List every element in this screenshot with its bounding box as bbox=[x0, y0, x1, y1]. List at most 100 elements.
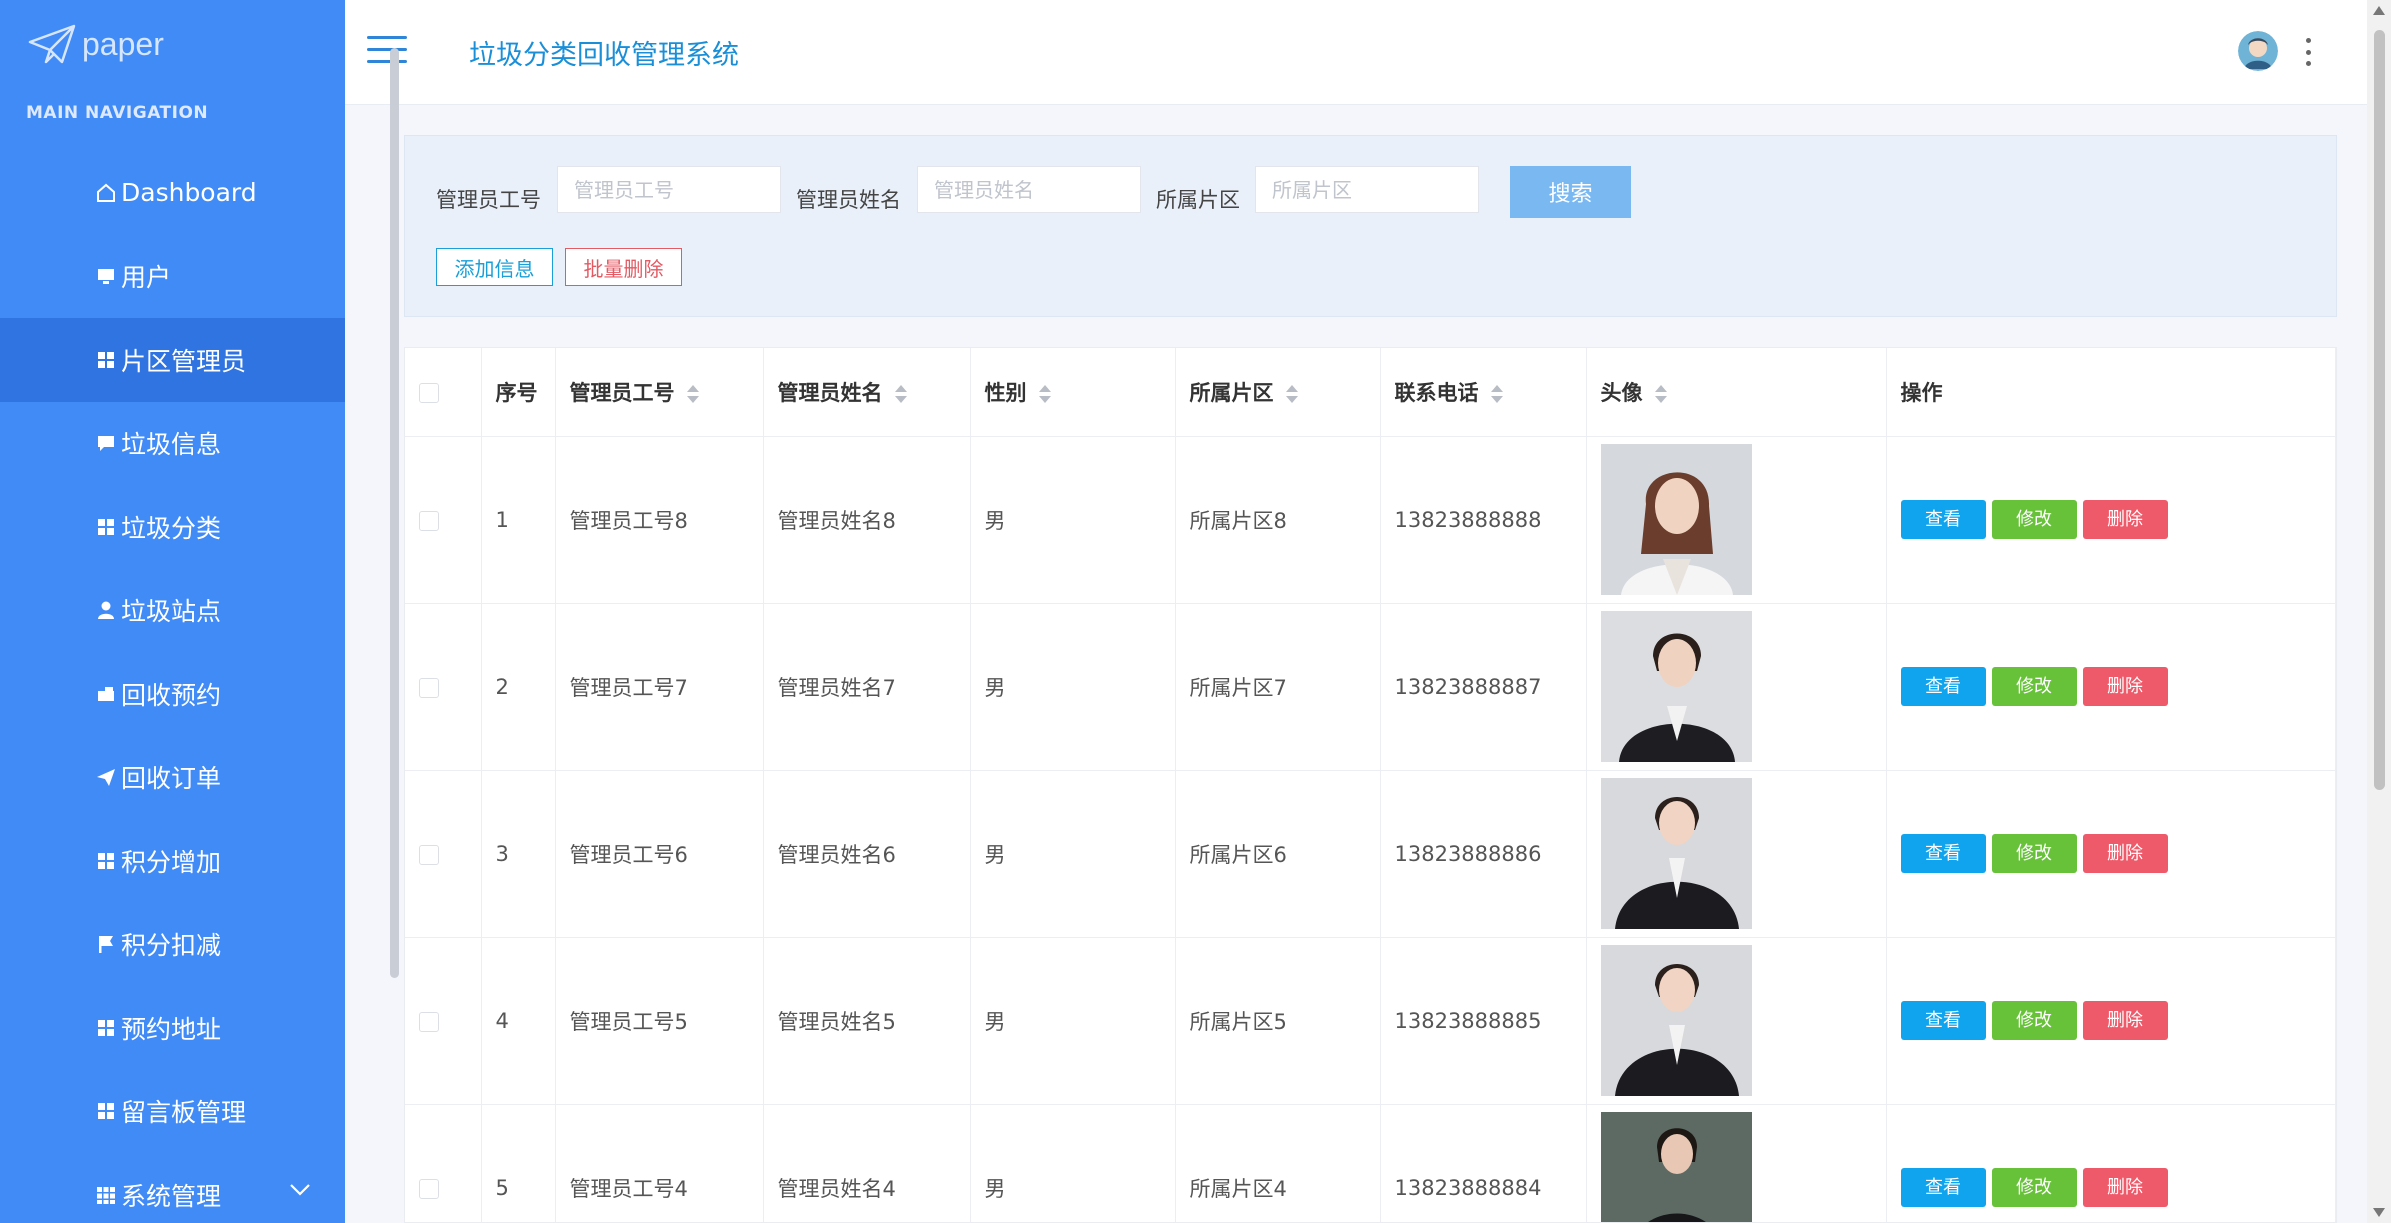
select-all-checkbox[interactable] bbox=[419, 382, 439, 403]
sort-icon[interactable] bbox=[1490, 384, 1503, 404]
admin-name-label: 管理员姓名 bbox=[796, 188, 901, 212]
cell-phone: 13823888888 bbox=[1380, 436, 1587, 604]
sidebar: paper MAIN NAVIGATION Dashboard 用户 片区管理员 bbox=[0, 0, 345, 1223]
avatar-photo[interactable] bbox=[1600, 945, 1752, 1096]
flag-icon bbox=[95, 933, 117, 955]
delete-button[interactable]: 删除 bbox=[2082, 1168, 2168, 1207]
column-header-label: 序号 bbox=[495, 380, 538, 405]
sidebar-item-recycle-orders[interactable]: 回收订单 bbox=[0, 736, 345, 820]
sort-icon[interactable] bbox=[1038, 384, 1051, 404]
page-scrollbar[interactable] bbox=[2367, 0, 2391, 1223]
delete-button[interactable]: 删除 bbox=[2082, 667, 2168, 706]
top-header: 垃圾分类回收管理系统 bbox=[345, 0, 2367, 105]
column-header-area[interactable]: 所属片区 bbox=[1175, 348, 1381, 437]
column-header-gender[interactable]: 性别 bbox=[970, 348, 1176, 437]
sidebar-item-garbage-category[interactable]: 垃圾分类 bbox=[0, 485, 345, 569]
edit-button[interactable]: 修改 bbox=[1991, 500, 2077, 539]
sidebar-item-booking-address[interactable]: 预约地址 bbox=[0, 986, 345, 1070]
cell-area: 所属片区5 bbox=[1175, 937, 1381, 1105]
edit-button[interactable]: 修改 bbox=[1991, 834, 2077, 873]
scroll-up-arrow-icon[interactable] bbox=[2373, 6, 2385, 15]
sidebar-item-message-board[interactable]: 留言板管理 bbox=[0, 1070, 345, 1154]
cell-admin-name: 管理员姓名4 bbox=[763, 1104, 971, 1222]
edit-button[interactable]: 修改 bbox=[1991, 1168, 2077, 1207]
sidebar-item-garbage-info[interactable]: 垃圾信息 bbox=[0, 402, 345, 486]
column-header-label: 联系电话 bbox=[1394, 380, 1479, 405]
delete-button[interactable]: 删除 bbox=[2082, 834, 2168, 873]
bus-icon bbox=[95, 683, 117, 705]
sidebar-item-system-management[interactable]: 系统管理 bbox=[0, 1153, 345, 1223]
cell-actions: 查看 修改 删除 bbox=[1886, 937, 2336, 1105]
column-header-avatar[interactable]: 头像 bbox=[1586, 348, 1887, 437]
grid-icon bbox=[95, 850, 117, 872]
view-button[interactable]: 查看 bbox=[1900, 667, 1986, 706]
cell-actions: 查看 修改 删除 bbox=[1886, 770, 2336, 938]
table-header-row: 序号 管理员工号 管理员姓名 性别 所属片区 联系电话 头像 操作 bbox=[405, 348, 2336, 437]
admin-no-input[interactable] bbox=[557, 166, 781, 213]
avatar-photo[interactable] bbox=[1600, 611, 1752, 762]
cell-index: 1 bbox=[481, 436, 556, 604]
table-row: 5 管理员工号4 管理员姓名4 男 所属片区4 13823888884 查看 修改… bbox=[405, 1104, 2336, 1223]
row-checkbox[interactable] bbox=[419, 510, 439, 531]
row-checkbox[interactable] bbox=[419, 844, 439, 865]
delete-button[interactable]: 删除 bbox=[2082, 1001, 2168, 1040]
grid-icon bbox=[95, 349, 117, 371]
sidebar-item-dashboard[interactable]: Dashboard bbox=[0, 151, 345, 235]
chevron-down-icon[interactable] bbox=[289, 1183, 311, 1197]
column-header-admin-no[interactable]: 管理员工号 bbox=[555, 348, 764, 437]
cell-area: 所属片区7 bbox=[1175, 603, 1381, 771]
sidebar-item-users[interactable]: 用户 bbox=[0, 235, 345, 319]
cell-index: 2 bbox=[481, 603, 556, 771]
sidebar-item-recycle-booking[interactable]: 回收预约 bbox=[0, 652, 345, 736]
row-checkbox[interactable] bbox=[419, 1011, 439, 1032]
cell-phone: 13823888887 bbox=[1380, 603, 1587, 771]
row-checkbox[interactable] bbox=[419, 677, 439, 698]
sidebar-item-points-add[interactable]: 积分增加 bbox=[0, 819, 345, 903]
table-row: 2 管理员工号7 管理员姓名7 男 所属片区7 13823888887 查看 修… bbox=[405, 603, 2336, 771]
more-options-icon[interactable] bbox=[2301, 38, 2315, 66]
scrollbar-thumb[interactable] bbox=[2374, 30, 2385, 790]
view-button[interactable]: 查看 bbox=[1900, 1168, 1986, 1207]
sidebar-item-label: 积分增加 bbox=[121, 847, 222, 877]
admin-name-input[interactable] bbox=[917, 166, 1141, 213]
cell-gender: 男 bbox=[970, 436, 1176, 604]
view-button[interactable]: 查看 bbox=[1900, 500, 1986, 539]
view-button[interactable]: 查看 bbox=[1900, 834, 1986, 873]
user-avatar[interactable] bbox=[2238, 31, 2278, 71]
column-header-admin-name[interactable]: 管理员姓名 bbox=[763, 348, 971, 437]
delete-button[interactable]: 删除 bbox=[2082, 500, 2168, 539]
sidebar-item-garbage-station[interactable]: 垃圾站点 bbox=[0, 569, 345, 653]
menu-toggle-icon[interactable] bbox=[367, 36, 407, 68]
sidebar-item-points-deduct[interactable]: 积分扣减 bbox=[0, 903, 345, 987]
search-button[interactable]: 搜索 bbox=[1510, 166, 1631, 218]
sidebar-item-label: 片区管理员 bbox=[121, 346, 247, 376]
avatar-photo[interactable] bbox=[1600, 1112, 1752, 1223]
avatar-photo[interactable] bbox=[1600, 778, 1752, 929]
sort-icon[interactable] bbox=[894, 384, 907, 404]
cell-area: 所属片区4 bbox=[1175, 1104, 1381, 1222]
row-select-cell bbox=[405, 1104, 482, 1222]
edit-button[interactable]: 修改 bbox=[1991, 667, 2077, 706]
cell-admin-name: 管理员姓名7 bbox=[763, 603, 971, 771]
area-input[interactable] bbox=[1255, 166, 1479, 213]
add-info-button[interactable]: 添加信息 bbox=[436, 248, 553, 286]
page-title: 垃圾分类回收管理系统 bbox=[469, 40, 739, 71]
batch-delete-button[interactable]: 批量删除 bbox=[565, 248, 682, 286]
content-scroll-rail[interactable] bbox=[390, 48, 399, 978]
sidebar-item-label: 垃圾分类 bbox=[121, 513, 222, 543]
row-checkbox[interactable] bbox=[419, 1178, 439, 1199]
view-button[interactable]: 查看 bbox=[1900, 1001, 1986, 1040]
sort-icon[interactable] bbox=[1285, 384, 1298, 404]
scroll-down-arrow-icon[interactable] bbox=[2373, 1208, 2385, 1217]
sidebar-item-area-admin[interactable]: 片区管理员 bbox=[0, 318, 345, 402]
sidebar-item-label: 积分扣减 bbox=[121, 931, 222, 961]
avatar-photo[interactable] bbox=[1600, 444, 1752, 595]
grid-icon bbox=[95, 1184, 117, 1206]
select-all-cell bbox=[405, 348, 482, 437]
column-header-phone[interactable]: 联系电话 bbox=[1380, 348, 1587, 437]
sidebar-item-label: 垃圾站点 bbox=[121, 597, 222, 627]
logo[interactable]: paper bbox=[28, 20, 164, 68]
sort-icon[interactable] bbox=[686, 384, 699, 404]
sort-icon[interactable] bbox=[1654, 384, 1667, 404]
edit-button[interactable]: 修改 bbox=[1991, 1001, 2077, 1040]
